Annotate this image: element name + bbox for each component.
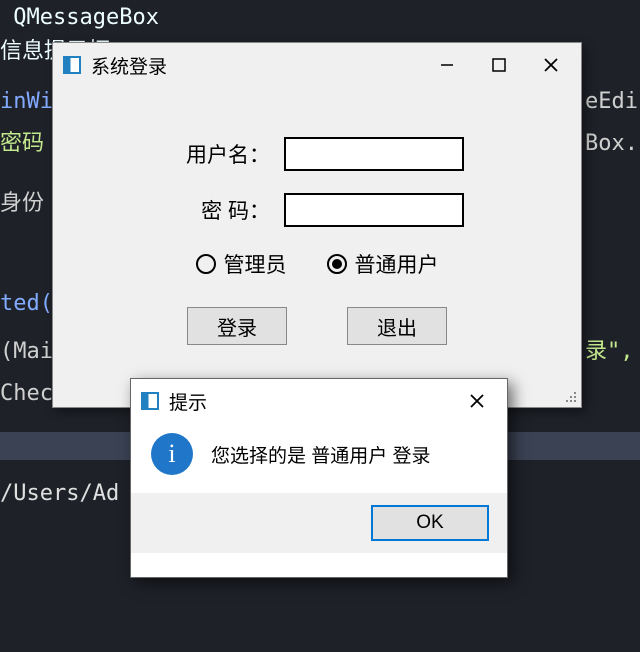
login-dialog: 系统登录 用户名： 密 码： 管理员: [52, 42, 582, 408]
window-icon: [63, 56, 81, 74]
minimize-button[interactable]: [421, 43, 473, 87]
window-icon: [141, 392, 159, 410]
username-input[interactable]: [284, 137, 464, 171]
username-label: 用户名：: [170, 139, 270, 169]
msgbox-message: 您选择的是 普通用户 登录: [211, 441, 431, 468]
close-button[interactable]: [525, 43, 577, 87]
login-titlebar[interactable]: 系统登录: [53, 43, 581, 87]
msgbox-titlebar[interactable]: 提示: [131, 379, 507, 423]
ok-button[interactable]: OK: [371, 505, 489, 541]
password-input[interactable]: [284, 193, 464, 227]
radio-icon-selected: [327, 254, 347, 274]
message-dialog: 提示 i 您选择的是 普通用户 登录 OK: [130, 378, 508, 578]
exit-button[interactable]: 退出: [347, 307, 447, 345]
login-title: 系统登录: [91, 52, 421, 79]
radio-admin[interactable]: 管理员: [196, 249, 287, 279]
maximize-button[interactable]: [473, 43, 525, 87]
msgbox-close-button[interactable]: [451, 379, 503, 423]
login-button[interactable]: 登录: [187, 307, 287, 345]
radio-admin-label: 管理员: [224, 249, 287, 279]
resize-grip-icon[interactable]: [561, 387, 577, 403]
msgbox-title: 提示: [169, 388, 451, 415]
radio-icon: [196, 254, 216, 274]
radio-user-label: 普通用户: [355, 249, 439, 279]
info-icon: i: [151, 433, 193, 475]
password-label: 密 码：: [170, 195, 270, 225]
radio-normal-user[interactable]: 普通用户: [327, 249, 439, 279]
